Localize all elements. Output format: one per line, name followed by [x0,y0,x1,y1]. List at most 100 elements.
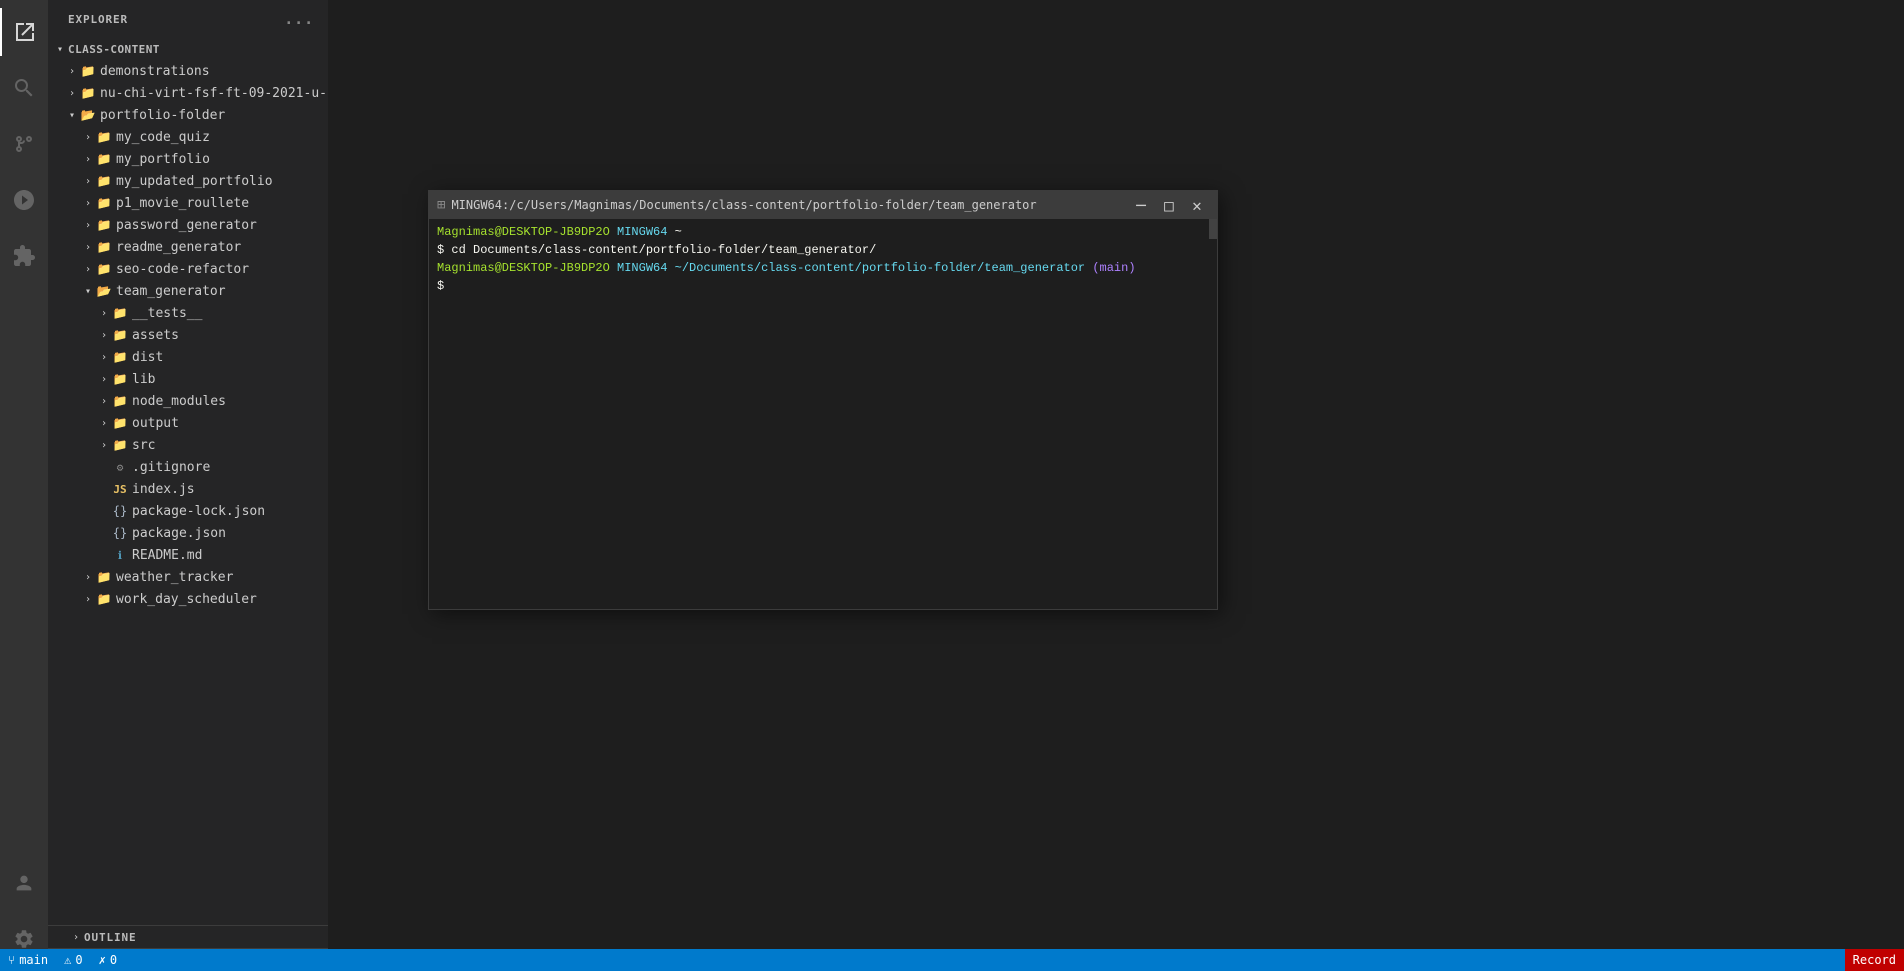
json-icon-package-json: {} [112,525,128,541]
terminal-scrollbar-thumb [1209,219,1217,239]
record-button[interactable]: Record [1845,949,1904,971]
tree-label-my_code_quiz: my_code_quiz [116,130,210,145]
status-branch-item[interactable]: ⑂ main [0,949,56,971]
tree-item-node_modules[interactable]: 📁 node_modules [48,390,328,412]
tree-label-demonstrations: demonstrations [100,64,210,79]
folder-icon-dist: 📁 [112,349,128,365]
term-space-1 [610,223,617,241]
terminal-window: ⊞ MINGW64:/c/Users/Magnimas/Documents/cl… [428,190,1218,610]
tree-item-assets[interactable]: 📁 assets [48,324,328,346]
tree-root-label: CLASS-CONTENT [68,43,160,56]
tree-label-weather_tracker: weather_tracker [116,570,233,585]
tree-arrow-readme_generator [80,239,96,255]
tree-item-readme_generator[interactable]: 📁 readme_generator [48,236,328,258]
tree-label-dist: dist [132,350,163,365]
folder-icon-nu-chi-virt: 📁 [80,85,96,101]
sidebar-header-icons: ... [282,8,316,30]
tree-item-package-lock[interactable]: {} package-lock.json [48,500,328,522]
status-bar-left: ⑂ main ⚠ 0 ✗ 0 [0,949,125,971]
explorer-activity-icon[interactable] [0,8,48,56]
outline-header[interactable]: OUTLINE [48,926,328,948]
folder-icon-lib: 📁 [112,371,128,387]
tree-item-package-json[interactable]: {} package.json [48,522,328,544]
folder-icon-assets: 📁 [112,327,128,343]
tree-item-my_code_quiz[interactable]: 📁 my_code_quiz [48,126,328,148]
tree-label-seo-code-refactor: seo-code-refactor [116,262,249,277]
search-activity-icon[interactable] [0,64,48,112]
tree-item-readme-md[interactable]: ℹ README.md [48,544,328,566]
terminal-minimize-button[interactable]: ─ [1129,195,1153,215]
term-path-2: ~/Documents/class-content/portfolio-fold… [667,259,1085,277]
outline-section: OUTLINE [48,925,328,948]
folder-icon-output: 📁 [112,415,128,431]
sidebar-more-icon[interactable]: ... [282,8,316,30]
tree-item-work_day_scheduler[interactable]: 📁 work_day_scheduler [48,588,328,610]
terminal-close-button[interactable]: ✕ [1185,195,1209,215]
tree-item-__tests__[interactable]: 📁 __tests__ [48,302,328,324]
terminal-scrollbar[interactable] [1209,219,1217,609]
tree-item-nu-chi-virt[interactable]: 📁 nu-chi-virt-fsf-ft-09-2021-u-c [48,82,328,104]
terminal-maximize-button[interactable]: □ [1157,195,1181,215]
tree-item-portfolio-folder[interactable]: 📂 portfolio-folder [48,104,328,126]
tree-label-readme-md: README.md [132,548,202,563]
source-control-activity-icon[interactable] [0,120,48,168]
folder-icon-my_code_quiz: 📁 [96,129,112,145]
error-count: 0 [110,953,117,967]
tree-arrow-my_code_quiz [80,129,96,145]
status-warnings-item[interactable]: ⚠ 0 [56,949,90,971]
outline-title: OUTLINE [84,931,137,944]
json-icon-package-lock: {} [112,503,128,519]
tree-item-my_updated_portfolio[interactable]: 📁 my_updated_portfolio [48,170,328,192]
folder-icon-demonstrations: 📁 [80,63,96,79]
tree-item-index-js[interactable]: JS index.js [48,478,328,500]
account-activity-icon[interactable] [0,859,48,907]
tree-label-node_modules: node_modules [132,394,226,409]
tree-arrow-my_portfolio [80,151,96,167]
tree-root-item[interactable]: CLASS-CONTENT [48,38,328,60]
tree-label-p1_movie_roullete: p1_movie_roullete [116,196,249,211]
folder-icon-portfolio-folder: 📂 [80,107,96,123]
term-shell-2: MINGW64 [617,259,667,277]
branch-name: main [19,953,48,967]
debug-activity-icon[interactable] [0,176,48,224]
tree-item-weather_tracker[interactable]: 📁 weather_tracker [48,566,328,588]
tree-label-__tests__: __tests__ [132,306,202,321]
tree-item-output[interactable]: 📁 output [48,412,328,434]
tree-label-package-json: package.json [132,526,226,541]
js-icon-index: JS [112,481,128,497]
status-errors-item[interactable]: ✗ 0 [91,949,125,971]
tree-item-gitignore[interactable]: ⚙ .gitignore [48,456,328,478]
tree-item-p1_movie_roullete[interactable]: 📁 p1_movie_roullete [48,192,328,214]
tree-label-assets: assets [132,328,179,343]
tree-item-team_generator[interactable]: 📂 team_generator [48,280,328,302]
tree-item-lib[interactable]: 📁 lib [48,368,328,390]
term-tilde-1: ~ [667,223,681,241]
folder-icon-my_updated_portfolio: 📁 [96,173,112,189]
tree-arrow-lib [96,371,112,387]
tree-label-work_day_scheduler: work_day_scheduler [116,592,257,607]
tree-item-demonstrations[interactable]: 📁 demonstrations [48,60,328,82]
tree-item-src[interactable]: 📁 src [48,434,328,456]
sidebar-header: Explorer ... [48,0,328,38]
folder-icon-p1_movie_roullete: 📁 [96,195,112,211]
tree-item-dist[interactable]: 📁 dist [48,346,328,368]
status-bar-right: Record [1845,949,1904,971]
tree-item-password_generator[interactable]: 📁 password_generator [48,214,328,236]
terminal-cmd-line-1: $ cd Documents/class-content/portfolio-f… [437,241,1209,259]
file-tree: CLASS-CONTENT 📁 demonstrations 📁 nu-chi-… [48,38,328,925]
tree-arrow-root [52,41,68,57]
tree-arrow-src [96,437,112,453]
terminal-line-2: Magnimas@DESKTOP-JB9DP2O MINGW64 ~/Docum… [437,259,1209,277]
branch-icon: ⑂ [8,953,15,967]
tree-label-package-lock: package-lock.json [132,504,265,519]
terminal-title-icon: ⊞ [437,197,445,213]
extensions-activity-icon[interactable] [0,232,48,280]
tree-item-my_portfolio[interactable]: 📁 my_portfolio [48,148,328,170]
terminal-cmd-line-2: $ [437,277,1209,295]
warning-count: 0 [75,953,82,967]
tree-item-seo-code-refactor[interactable]: 📁 seo-code-refactor [48,258,328,280]
status-bar: ⑂ main ⚠ 0 ✗ 0 Record [0,949,1904,971]
tree-label-index-js: index.js [132,482,195,497]
folder-icon-weather_tracker: 📁 [96,569,112,585]
tree-label-src: src [132,438,155,453]
